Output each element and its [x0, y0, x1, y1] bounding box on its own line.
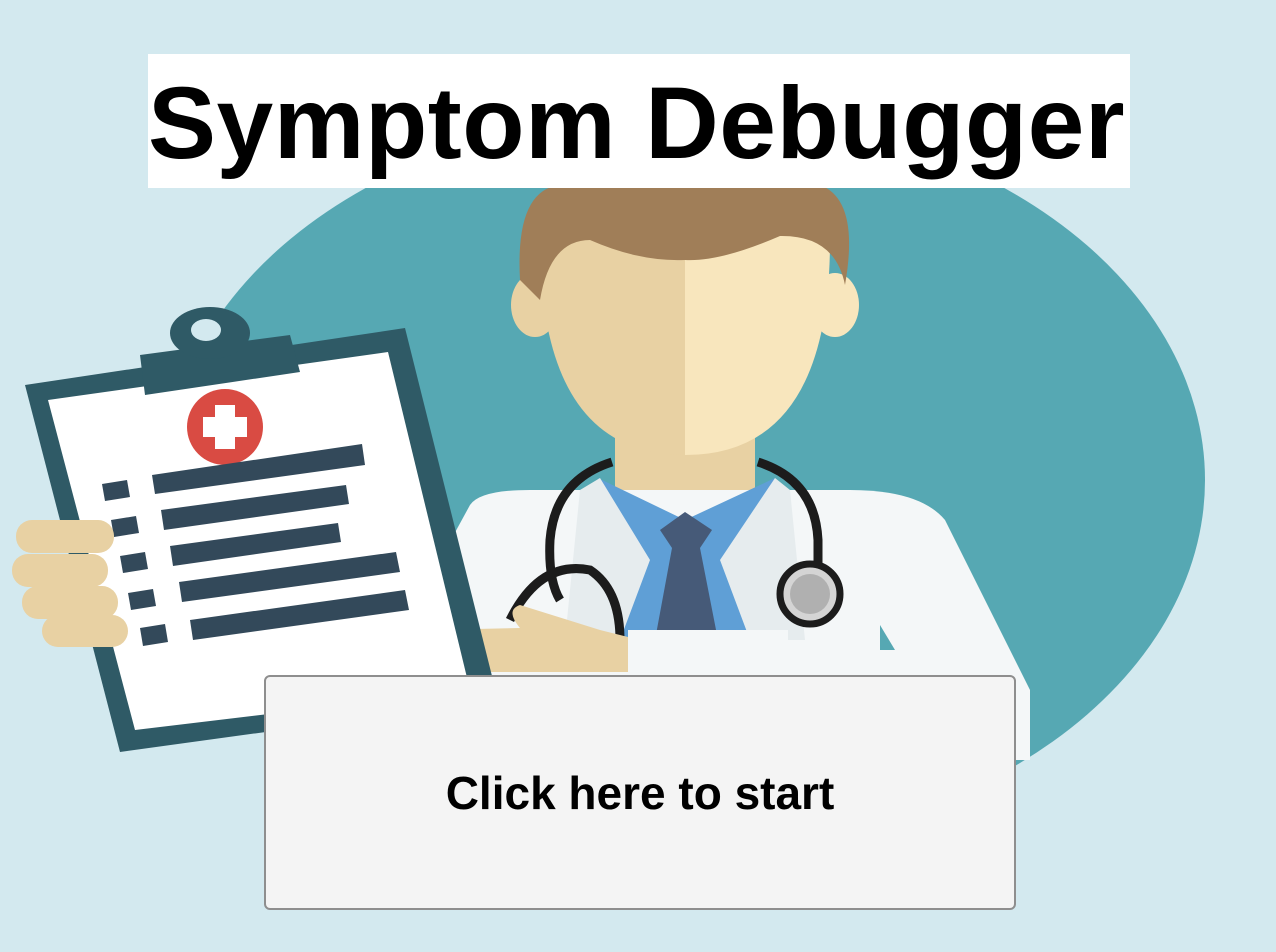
medical-cross-icon [187, 389, 263, 465]
start-button-label: Click here to start [445, 766, 835, 819]
page-title: Symptom Debugger [148, 66, 1126, 180]
app-stage: Symptom Debugger Click here to start [0, 0, 1276, 952]
title-banner: Symptom Debugger [148, 54, 1130, 188]
start-button[interactable]: Click here to start [264, 675, 1016, 910]
